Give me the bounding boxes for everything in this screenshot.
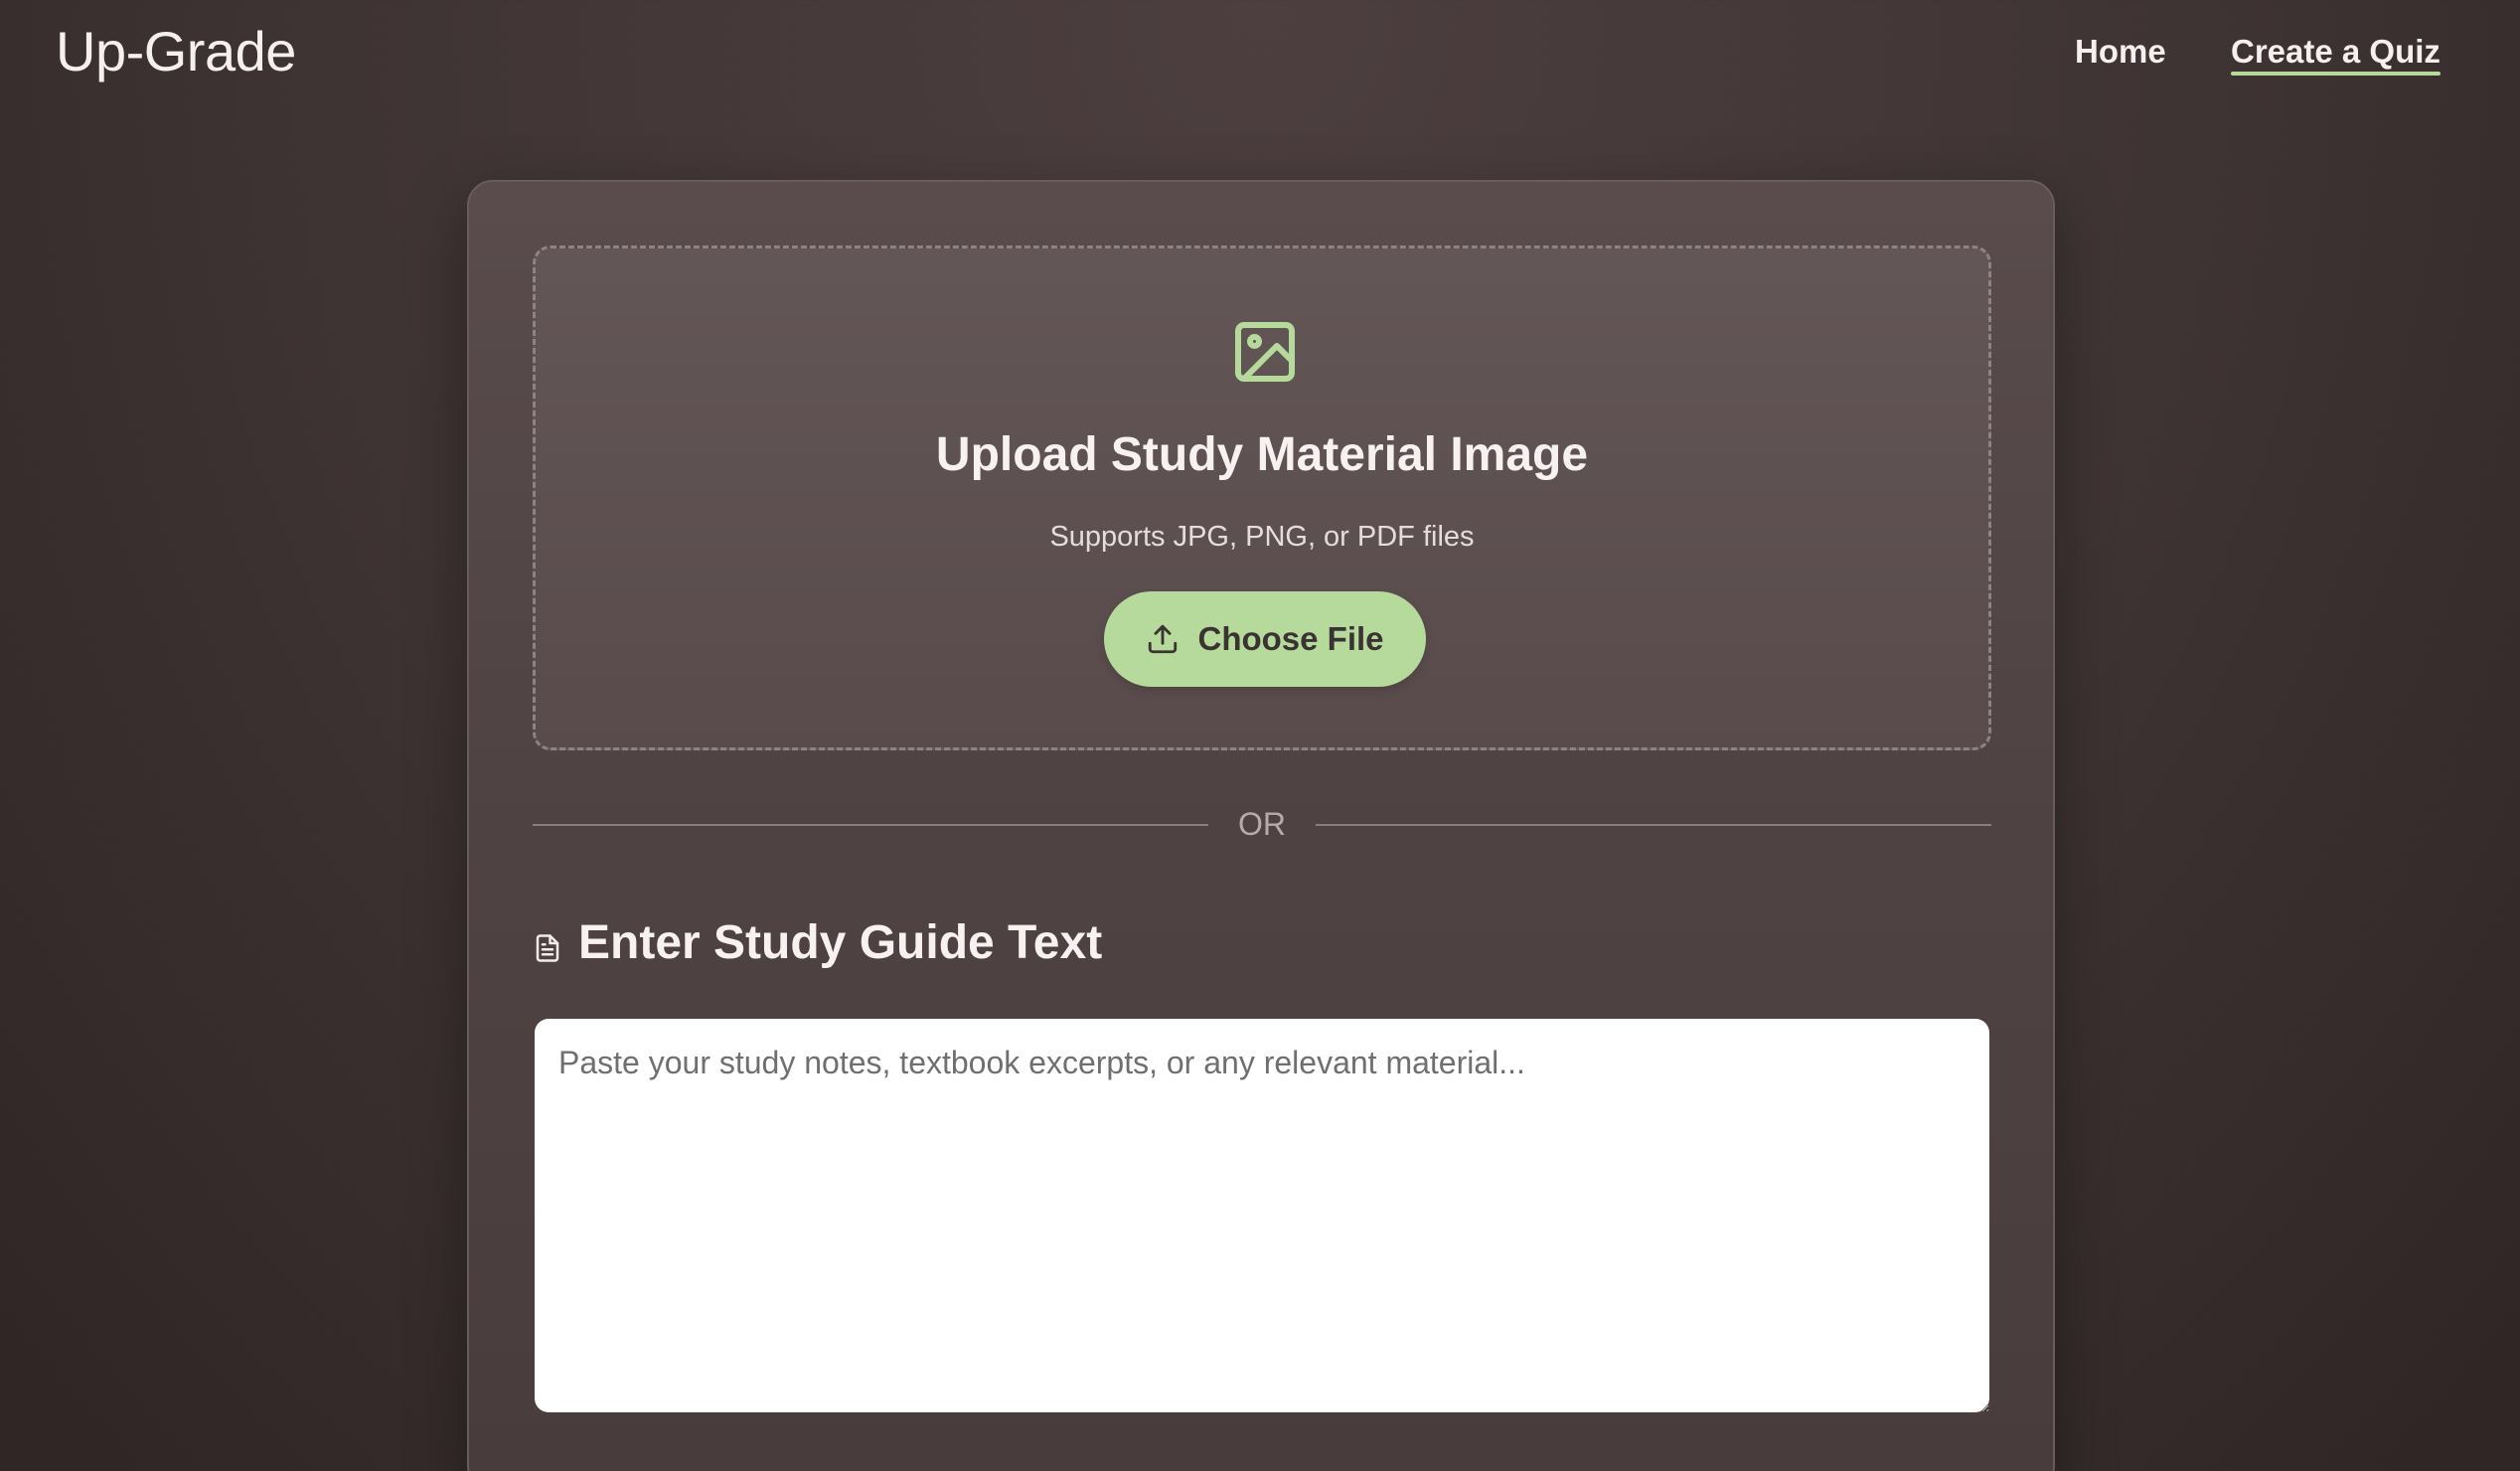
quiz-input-card: Upload Study Material Image Supports JPG… [467, 180, 2055, 1471]
divider-line-right [1316, 824, 1991, 826]
nav-create-quiz-link[interactable]: Create a Quiz [2231, 32, 2441, 76]
upload-title: Upload Study Material Image [935, 428, 1589, 481]
or-divider: OR [533, 802, 1991, 846]
or-label: OR [1238, 806, 1286, 842]
app-logo[interactable]: Up-Grade [56, 20, 296, 83]
choose-file-label: Choose File [1197, 620, 1384, 657]
image-icon [1235, 322, 1295, 382]
nav-home-link[interactable]: Home [2075, 32, 2166, 72]
document-icon [536, 934, 559, 962]
upload-subtitle: Supports JPG, PNG, or PDF files [1049, 521, 1475, 553]
upload-icon [1149, 624, 1178, 654]
study-guide-title: Enter Study Guide Text [578, 916, 1103, 969]
study-guide-heading: Enter Study Guide Text [533, 911, 1102, 975]
choose-file-button[interactable]: Choose File [1104, 591, 1426, 687]
upload-dropzone[interactable]: Upload Study Material Image Supports JPG… [533, 245, 1991, 750]
top-header: Up-Grade Home Create a Quiz [0, 0, 2520, 109]
divider-line-left [533, 824, 1208, 826]
study-guide-textarea[interactable] [535, 1019, 1989, 1412]
